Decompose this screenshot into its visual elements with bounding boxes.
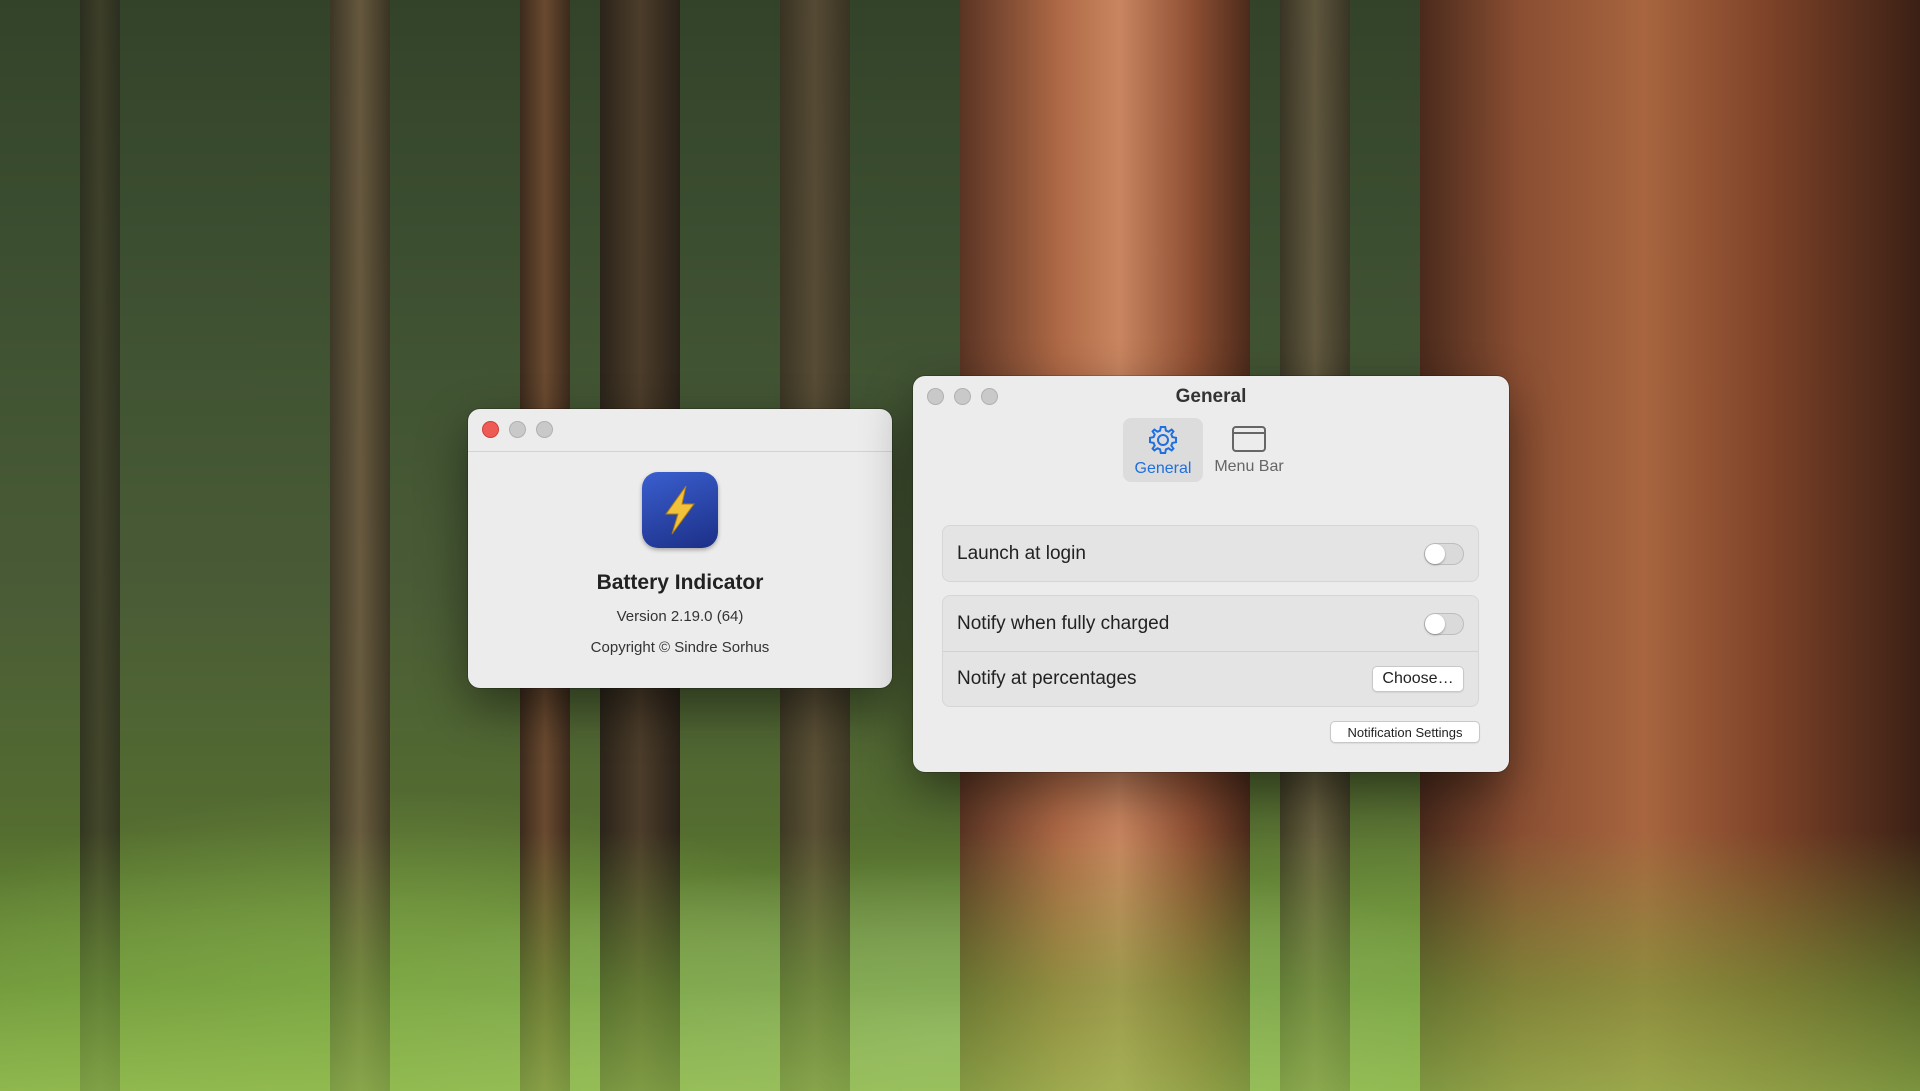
about-titlebar[interactable] [468, 409, 892, 452]
notify-percentages-row: Notify at percentages Choose… [943, 651, 1478, 706]
gear-icon [1149, 426, 1177, 454]
minimize-button[interactable] [509, 421, 526, 438]
window-title: General [1175, 386, 1247, 407]
choose-percentages-button[interactable]: Choose… [1372, 666, 1464, 692]
notify-fully-charged-row: Notify when fully charged [943, 596, 1478, 651]
about-window: Battery Indicator Version 2.19.0 (64) Co… [468, 409, 892, 688]
forest-undergrowth [0, 831, 1920, 1091]
close-button[interactable] [482, 421, 499, 438]
zoom-button[interactable] [536, 421, 553, 438]
tab-general-label: General [1134, 460, 1192, 477]
toggle-knob [1425, 613, 1445, 634]
app-version: Version 2.19.0 (64) [616, 608, 744, 625]
window-controls [482, 421, 553, 438]
battery-lightning-app-icon [642, 472, 718, 548]
notification-settings-button[interactable]: Notification Settings [1330, 721, 1480, 743]
launch-at-login-label: Launch at login [957, 542, 1086, 564]
app-copyright: Copyright © Sindre Sorhus [590, 639, 770, 656]
toggle-knob [1425, 543, 1445, 564]
settings-tabs: General Menu Bar [1123, 418, 1289, 482]
notify-fully-charged-toggle[interactable] [1424, 612, 1464, 635]
menu-bar-icon [1232, 426, 1266, 452]
launch-at-login-toggle[interactable] [1424, 542, 1464, 565]
tab-general[interactable]: General [1123, 418, 1203, 482]
login-group: Launch at login [942, 525, 1479, 582]
launch-at-login-row: Launch at login [943, 526, 1478, 581]
notify-percentages-label: Notify at percentages [957, 668, 1137, 689]
settings-window: General General Menu Bar Launch at login [913, 376, 1509, 772]
notifications-group: Notify when fully charged Notify at perc… [942, 595, 1479, 707]
app-name: Battery Indicator [596, 571, 764, 594]
lightning-bolt-icon [665, 485, 695, 535]
tab-menu-bar-label: Menu Bar [1214, 458, 1284, 475]
tab-menu-bar[interactable]: Menu Bar [1209, 418, 1289, 482]
notify-fully-charged-label: Notify when fully charged [957, 612, 1170, 634]
